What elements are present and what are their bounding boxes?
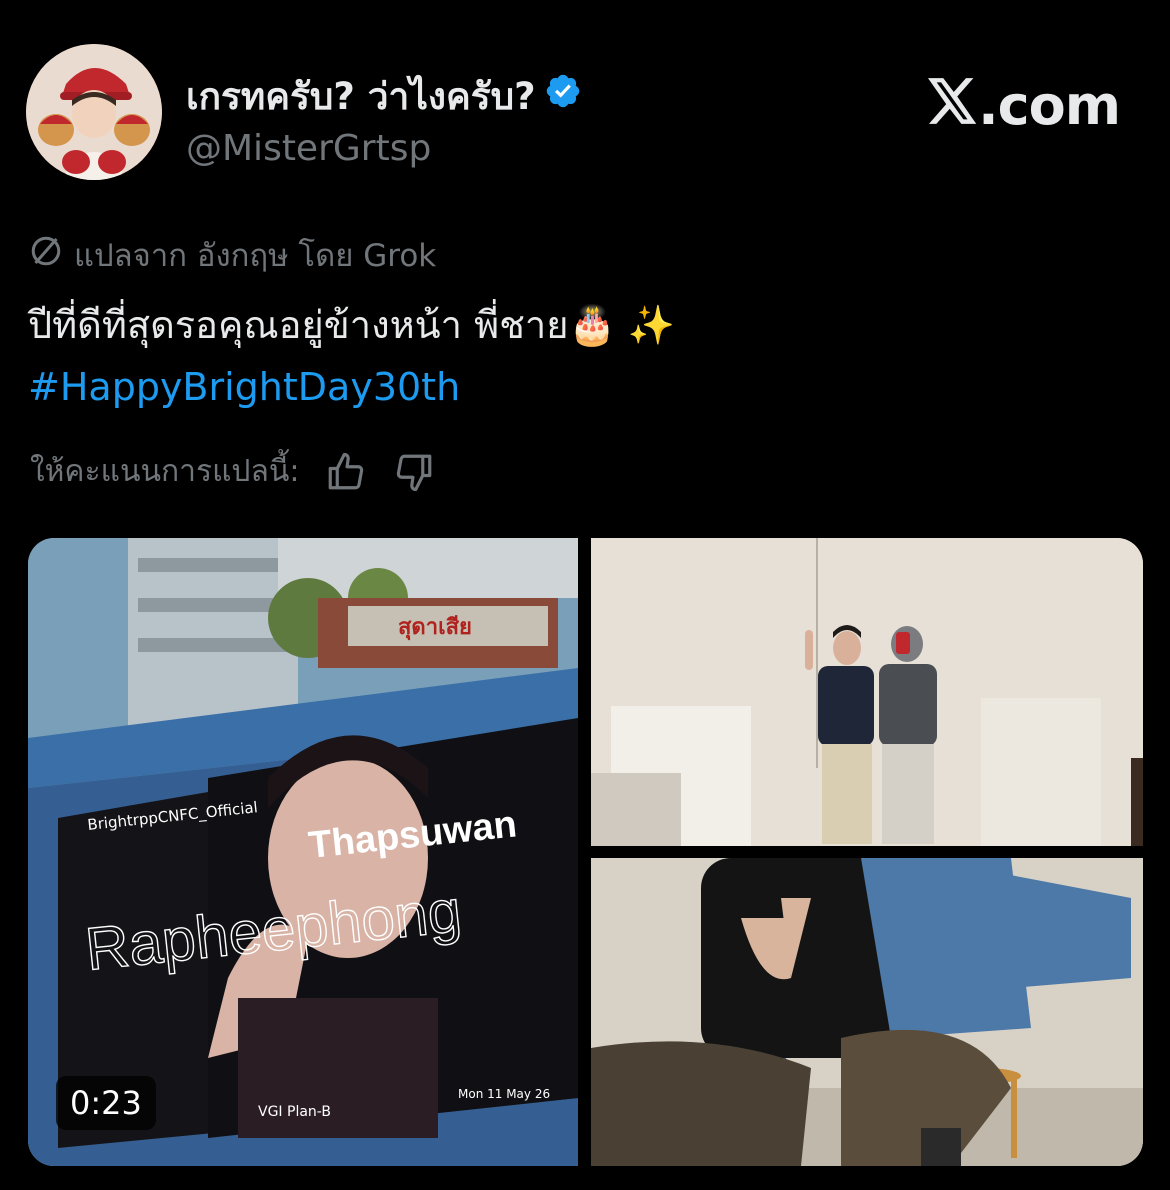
translation-notice: แปลจาก อังกฤษ โดย Grok [28,230,436,280]
display-name[interactable]: เกรทครับ? ว่าไงครับ? [186,72,582,121]
tweet-text: ปีที่ดีที่สุดรอคุณอยู่ข้างหน้า พี่ชาย🎂 ✨ [28,303,676,347]
video-duration: 0:23 [56,1076,156,1130]
billboard-footer-right: Mon 11 May 26 [458,1087,550,1101]
x-brand: .com [928,74,1121,137]
media-grid: สุดาเสีย BrightrppCNFC_Official Thapsuwa… [28,538,1143,1166]
photo-mirror-selfie[interactable] [591,538,1143,846]
thumbs-down-icon[interactable] [393,451,435,493]
x-logo-icon [928,74,978,137]
display-name-text[interactable]: เกรทครับ? ว่าไงครับ? [186,74,536,120]
handle[interactable]: @MisterGrtsp [186,127,582,171]
photo-pose[interactable] [591,858,1143,1166]
tweet-header: เกรทครับ? ว่าไงครับ? @MisterGrtsp .com [0,0,1170,200]
hashtag-link[interactable]: #HappyBrightDay30th [28,356,675,418]
avatar[interactable] [26,44,162,180]
billboard-footer-left: VGI Plan-B [258,1104,331,1120]
rate-translation: ให้คะแนนการแปลนี้: [30,448,435,495]
video-thumbnail[interactable]: สุดาเสีย BrightrppCNFC_Official Thapsuwa… [28,538,578,1166]
tweet-body: ปีที่ดีที่สุดรอคุณอยู่ข้างหน้า พี่ชาย🎂 ✨… [28,294,675,418]
rate-label: ให้คะแนนการแปลนี้: [30,454,300,489]
billboard-sign: สุดาเสีย [398,615,472,641]
brand-text: .com [978,74,1121,137]
verified-badge-icon [544,72,582,121]
thumbs-up-icon[interactable] [325,451,367,493]
translation-label: แปลจาก อังกฤษ โดย Grok [74,238,437,274]
translate-icon [28,233,64,277]
